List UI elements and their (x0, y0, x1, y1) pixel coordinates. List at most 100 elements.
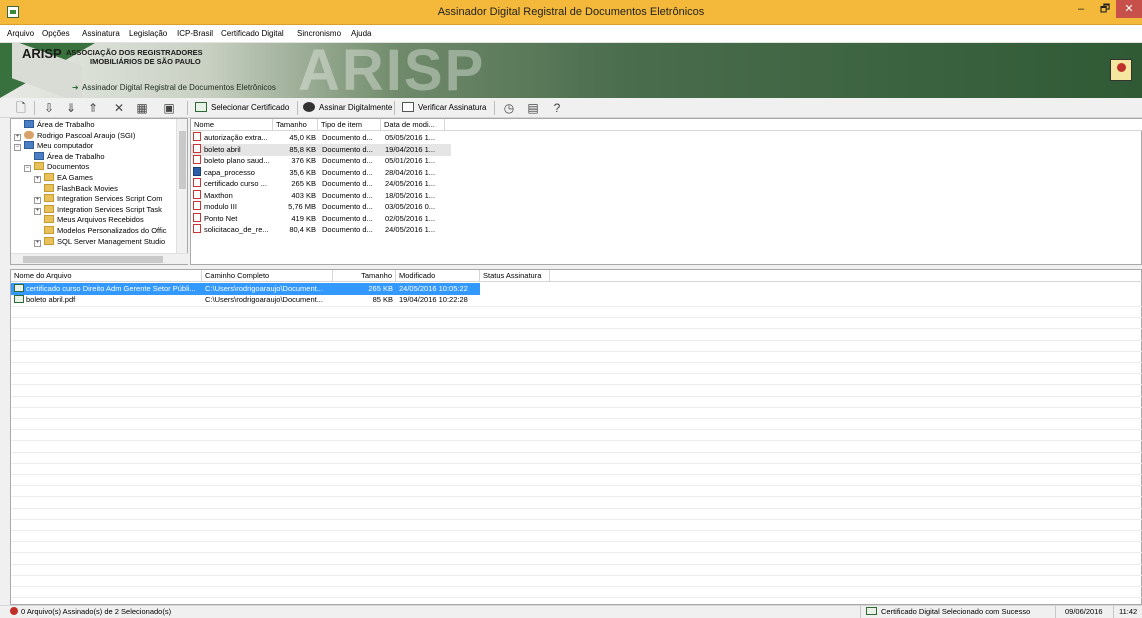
column-header-size[interactable]: Tamanho (273, 119, 318, 131)
certificate-view-icon[interactable]: ▣ (160, 100, 178, 116)
file-name: boleto abril (204, 144, 241, 154)
file-date-cell: 18/05/2016 1... (385, 190, 436, 200)
certificate-icon (195, 102, 207, 112)
pdf-icon (193, 143, 201, 153)
window-title: Assinador Digital Registral de Documento… (437, 6, 705, 18)
certificate-seal-icon[interactable] (1110, 59, 1132, 81)
maximize-button[interactable]: 🗗 (1092, 0, 1118, 18)
expand-icon[interactable]: + (34, 239, 41, 247)
menu-certificado-digital[interactable]: Certificado Digital (221, 29, 284, 38)
grid-line (11, 384, 1142, 386)
tree-item[interactable]: Área de Trabalho (14, 120, 95, 130)
close-button[interactable]: ✕ (1116, 0, 1142, 18)
verify-signature-button[interactable]: Verificar Assinatura (402, 100, 486, 116)
tree-item[interactable]: Área de Trabalho (24, 151, 105, 162)
select-certificate-button[interactable]: Selecionar Certificado (195, 100, 289, 116)
remove-icon[interactable]: ✕ (110, 100, 128, 116)
grid-line (11, 518, 1142, 520)
file-row[interactable]: certificado curso ... 265 KB Documento d..… (191, 178, 451, 190)
file-row[interactable]: autorização extra... 45,0 KB Documento d..… (191, 132, 451, 144)
file-name-cell: Maxthon (193, 189, 273, 202)
grid-line (11, 541, 1142, 543)
move-down-alt-icon[interactable]: ⇓ (62, 100, 80, 116)
file-size-cell: 265 KB (291, 179, 316, 188)
pdf-icon (193, 189, 201, 199)
column-header-name[interactable]: Nome (191, 119, 273, 131)
file-name-cell: modulo III (193, 201, 273, 213)
tree-item[interactable]: + Rodrigo Pascoal Araujo (SGI) (14, 130, 135, 141)
seal-icon (303, 102, 315, 112)
grid-line (11, 373, 1142, 375)
folder-icon (34, 162, 44, 171)
file-type-cell: Documento d... (322, 190, 373, 200)
expand-icon[interactable]: + (34, 197, 41, 205)
menu-opcoes[interactable]: Opções (42, 29, 70, 38)
tree-horizontal-scrollbar[interactable] (11, 253, 188, 264)
menu-sincronismo[interactable]: Sincronismo (297, 29, 341, 38)
menu-icp-brasil[interactable]: ICP-Brasil (177, 29, 213, 38)
column-header-file-name[interactable]: Nome do Arquivo (11, 270, 202, 282)
file-row[interactable]: modulo III 5,76 MB Documento d... 03/05/201… (191, 201, 451, 213)
tree-vertical-scrollbar[interactable] (176, 119, 187, 254)
column-header-date[interactable]: Data de modi... (381, 119, 445, 131)
collapse-icon[interactable]: − (14, 144, 21, 152)
tree-item[interactable]: + Integration Services Script Task (34, 204, 162, 215)
sign-digitally-button[interactable]: Assinar Digitalmente (303, 100, 392, 116)
tree-item[interactable]: + Integration Services Script Com (34, 194, 162, 205)
expand-icon[interactable]: + (34, 176, 41, 183)
menu-legislacao[interactable]: Legislação (129, 29, 167, 38)
pdf-icon (193, 155, 201, 164)
file-name-cell: capa_processo (193, 166, 273, 179)
pdf-icon (193, 178, 201, 187)
selected-files-list[interactable]: Nome do Arquivo Caminho Completo Tamanho… (10, 269, 1142, 605)
move-up-icon[interactable]: ⇑ (84, 100, 102, 116)
minimize-button[interactable]: – (1068, 0, 1094, 18)
folder-icon (44, 204, 54, 213)
column-header-modified[interactable]: Modificado (396, 270, 480, 282)
toolbar-separator (187, 101, 188, 115)
grid-icon[interactable]: ▦ (133, 100, 151, 116)
file-row[interactable]: Ponto Net 419 KB Documento d... 02/05/2016 … (191, 212, 451, 225)
menu-arquivo[interactable]: Arquivo (7, 29, 34, 38)
file-row[interactable]: Maxthon 403 KB Documento d... 18/05/2016 1.… (191, 189, 451, 202)
help-icon[interactable]: ? (548, 100, 566, 116)
menu-assinatura[interactable]: Assinatura (82, 29, 120, 38)
file-row[interactable]: capa_processo 35,6 KB Documento d... 28/04/… (191, 166, 451, 179)
column-header-full-path[interactable]: Caminho Completo (202, 270, 333, 282)
column-header-signature-status[interactable]: Status Assinatura (480, 270, 550, 282)
file-type-cell: Documento d... (322, 156, 373, 165)
tree-item[interactable]: + SQL Server Management Studio (34, 236, 165, 247)
tree-item[interactable]: + EA Games (34, 173, 93, 183)
history-icon[interactable]: ◷ (500, 100, 518, 116)
tree-item[interactable]: Meus Arquivos Recebidos (34, 215, 144, 225)
column-header-size[interactable]: Tamanho (333, 270, 396, 282)
file-row[interactable]: boleto plano saud... 376 KB Documento d...… (191, 155, 451, 167)
expand-icon[interactable]: + (14, 133, 21, 141)
file-list[interactable]: Nome Tamanho Tipo de item Data de modi..… (190, 118, 1142, 265)
file-type-cell: Documento d... (322, 213, 373, 223)
move-down-icon[interactable]: ⇩ (40, 100, 58, 116)
tree-item[interactable]: Modelos Personalizados do Offic (34, 226, 167, 236)
collapse-icon[interactable]: − (24, 165, 31, 173)
expand-icon[interactable]: + (34, 207, 41, 215)
pdf-icon (193, 212, 201, 222)
tree-item[interactable]: − Documentos (24, 162, 89, 173)
certificate-icon (866, 607, 877, 615)
new-document-icon[interactable]: 🗋 (12, 100, 30, 116)
scroll-thumb[interactable] (23, 256, 163, 263)
report-icon[interactable]: ▤ (524, 100, 542, 116)
file-size-cell: 35,6 KB (289, 167, 316, 177)
toolbar-separator (297, 101, 298, 115)
tree-item[interactable]: FlashBack Movies (34, 183, 118, 194)
file-row[interactable]: solicitacao_de_re... 80,4 KB Documento d..… (191, 224, 451, 236)
scroll-thumb[interactable] (179, 131, 186, 189)
column-header-type[interactable]: Tipo de item (318, 119, 381, 131)
file-size-cell: 80,4 KB (289, 225, 316, 234)
arisp-watermark: ARISP (298, 43, 486, 98)
folder-tree[interactable]: Área de Trabalho + Rodrigo Pascoal Araujo … (10, 118, 188, 265)
tree-item-label: EA Games (57, 173, 93, 182)
grid-line (11, 462, 1142, 464)
file-row[interactable]: boleto abril 85,8 KB Documento d... 19/04/2… (191, 143, 451, 156)
tree-item[interactable]: − Meu computador (14, 141, 93, 152)
menu-ajuda[interactable]: Ajuda (351, 29, 371, 38)
